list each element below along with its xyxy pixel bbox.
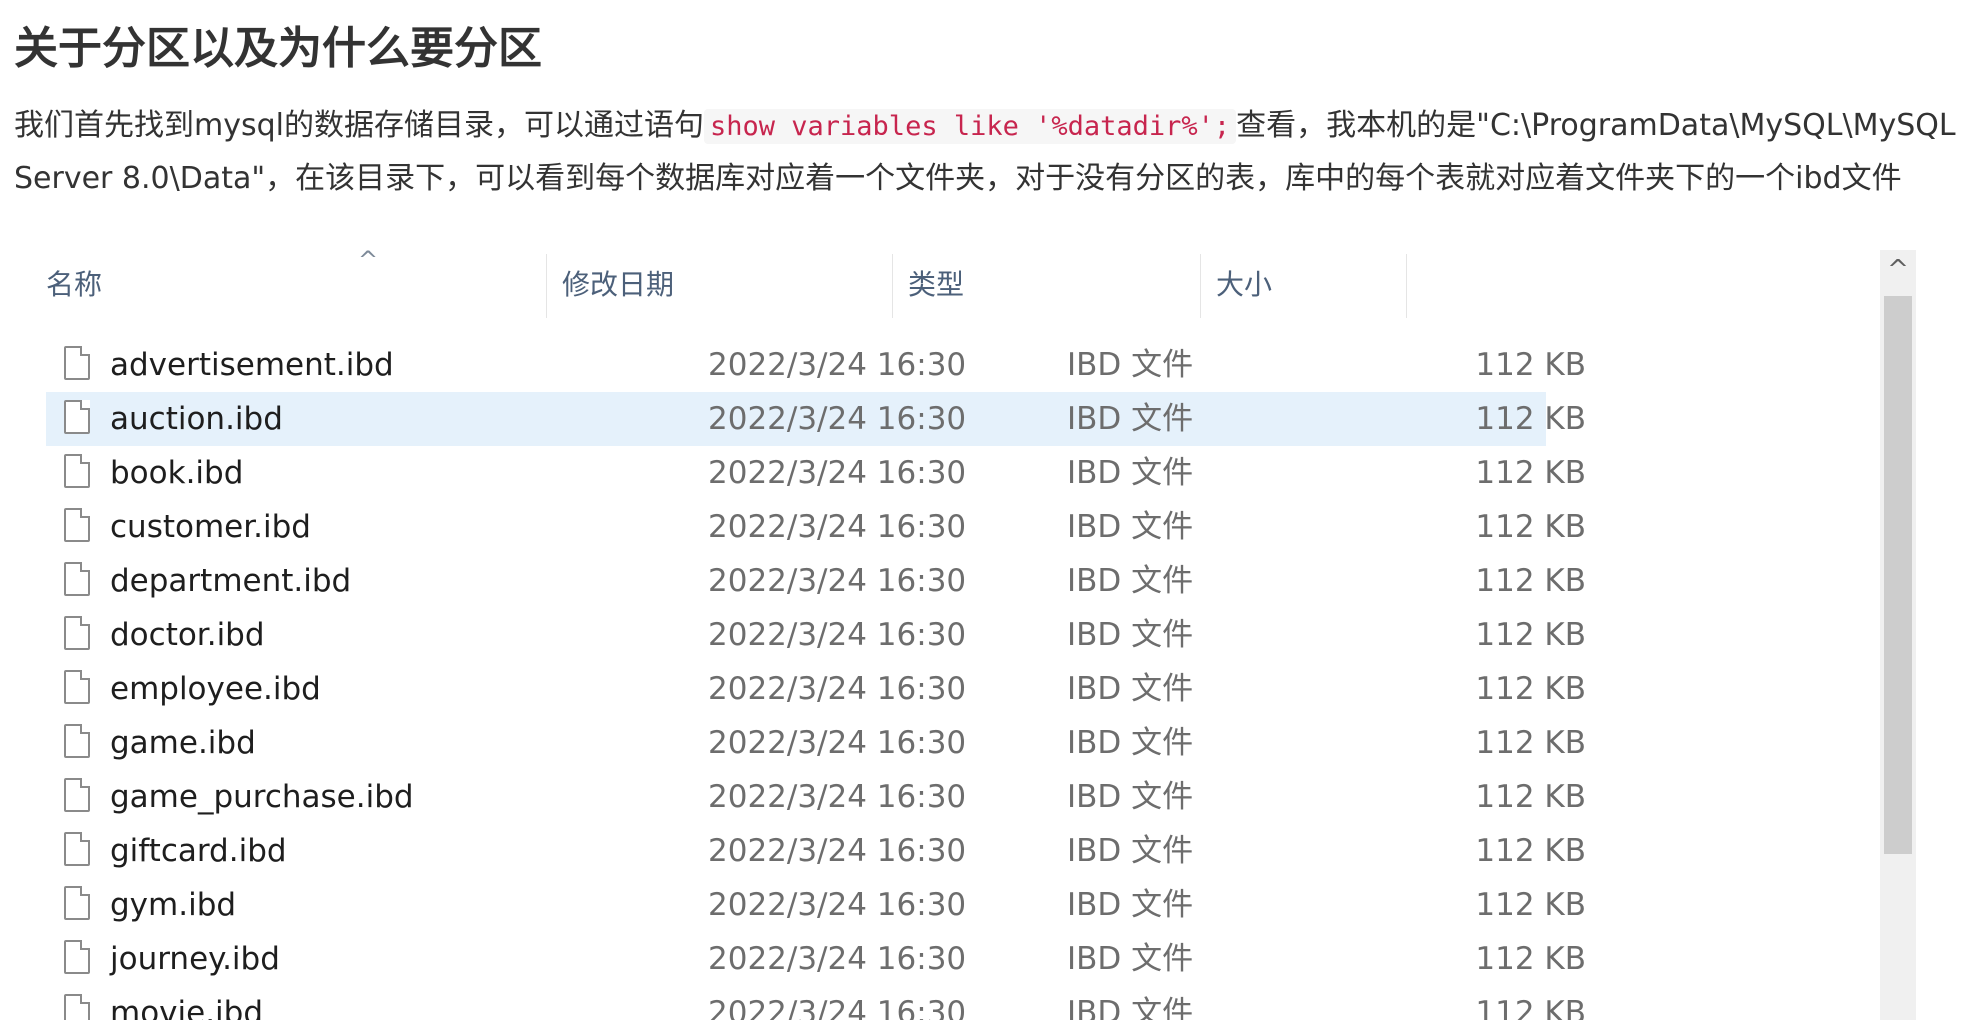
article-heading: 关于分区以及为什么要分区 — [14, 23, 542, 74]
file-size: 112 KB — [1475, 941, 1586, 977]
inline-code: show variables like '%datadir%'; — [704, 109, 1237, 144]
file-row[interactable]: movie.ibd 2022/3/24 16:30 IBD 文件 112 KB — [46, 986, 1586, 1020]
file-type: IBD 文件 — [1067, 617, 1194, 653]
file-type: IBD 文件 — [1067, 833, 1194, 869]
file-type: IBD 文件 — [1067, 671, 1194, 707]
file-row[interactable]: journey.ibd 2022/3/24 16:30 IBD 文件 112 KB — [46, 932, 1586, 986]
file-row[interactable]: doctor.ibd 2022/3/24 16:30 IBD 文件 112 KB — [46, 608, 1586, 662]
file-icon — [64, 346, 90, 380]
file-icon — [64, 832, 90, 866]
file-icon — [64, 994, 90, 1020]
file-size: 112 KB — [1475, 779, 1586, 815]
file-name: movie.ibd — [110, 995, 264, 1020]
file-name: auction.ibd — [110, 401, 283, 437]
file-icon — [64, 670, 90, 704]
file-modified-date: 2022/3/24 16:30 — [708, 401, 967, 437]
file-modified-date: 2022/3/24 16:30 — [708, 779, 967, 815]
column-header-type[interactable]: 类型 — [908, 250, 1200, 316]
file-type: IBD 文件 — [1067, 455, 1194, 491]
file-type: IBD 文件 — [1067, 401, 1194, 437]
file-row[interactable]: gym.ibd 2022/3/24 16:30 IBD 文件 112 KB — [46, 878, 1586, 932]
file-row[interactable]: book.ibd 2022/3/24 16:30 IBD 文件 112 KB — [46, 446, 1586, 500]
file-icon — [64, 778, 90, 812]
file-name: advertisement.ibd — [110, 347, 394, 383]
column-divider[interactable] — [1406, 254, 1407, 318]
article-paragraph: 我们首先找到mysql的数据存储目录，可以通过语句 show variables … — [14, 100, 1964, 205]
paragraph-text-before-code: 我们首先找到mysql的数据存储目录，可以通过语句 — [14, 108, 704, 143]
file-size: 112 KB — [1475, 833, 1586, 869]
file-icon — [64, 616, 90, 650]
column-header-modified[interactable]: 修改日期 — [562, 250, 892, 316]
file-type: IBD 文件 — [1067, 725, 1194, 761]
file-size: 112 KB — [1475, 347, 1586, 383]
column-header-type-label: 类型 — [908, 268, 965, 301]
file-row[interactable]: game_purchase.ibd 2022/3/24 16:30 IBD 文件 11… — [46, 770, 1586, 824]
column-divider[interactable] — [892, 254, 893, 318]
file-name: game.ibd — [110, 725, 256, 761]
file-modified-date: 2022/3/24 16:30 — [708, 563, 967, 599]
file-name: customer.ibd — [110, 509, 311, 545]
file-row[interactable]: customer.ibd 2022/3/24 16:30 IBD 文件 112 KB — [46, 500, 1586, 554]
file-size: 112 KB — [1475, 509, 1586, 545]
file-row[interactable]: giftcard.ibd 2022/3/24 16:30 IBD 文件 112 KB — [46, 824, 1586, 878]
file-name: employee.ibd — [110, 671, 321, 707]
file-modified-date: 2022/3/24 16:30 — [708, 995, 967, 1020]
file-modified-date: 2022/3/24 16:30 — [708, 671, 967, 707]
file-row[interactable]: auction.ibd 2022/3/24 16:30 IBD 文件 112 KB — [46, 392, 1586, 446]
file-icon — [64, 886, 90, 920]
file-name: journey.ibd — [110, 941, 280, 977]
scrollbar-thumb[interactable] — [1884, 296, 1912, 854]
file-size: 112 KB — [1475, 617, 1586, 653]
file-size: 112 KB — [1475, 995, 1586, 1020]
scroll-up-arrow-icon[interactable]: ^ — [1880, 250, 1916, 290]
file-modified-date: 2022/3/24 16:30 — [708, 725, 967, 761]
column-divider[interactable] — [546, 254, 547, 318]
column-header-size[interactable]: 大小 — [1216, 250, 1396, 316]
file-modified-date: 2022/3/24 16:30 — [708, 941, 967, 977]
file-size: 112 KB — [1475, 725, 1586, 761]
file-type: IBD 文件 — [1067, 887, 1194, 923]
file-modified-date: 2022/3/24 16:30 — [708, 455, 967, 491]
file-rows: advertisement.ibd 2022/3/24 16:30 IBD 文件 11… — [46, 338, 1586, 1020]
file-name: gym.ibd — [110, 887, 237, 923]
file-explorer-list: ^ 名称 修改日期 类型 大小 advertisement.ibd 2022/3/… — [46, 250, 1926, 1020]
file-modified-date: 2022/3/24 16:30 — [708, 833, 967, 869]
file-size: 112 KB — [1475, 671, 1586, 707]
file-icon — [64, 562, 90, 596]
column-header-name[interactable]: 名称 — [46, 250, 546, 316]
file-type: IBD 文件 — [1067, 509, 1194, 545]
file-size: 112 KB — [1475, 455, 1586, 491]
column-header-name-label: 名称 — [46, 268, 103, 301]
file-icon — [64, 940, 90, 974]
file-type: IBD 文件 — [1067, 347, 1194, 383]
column-divider[interactable] — [1200, 254, 1201, 318]
file-name: giftcard.ibd — [110, 833, 287, 869]
file-size: 112 KB — [1475, 401, 1586, 437]
column-header-size-label: 大小 — [1216, 268, 1273, 301]
file-icon — [64, 454, 90, 488]
file-modified-date: 2022/3/24 16:30 — [708, 509, 967, 545]
file-name: game_purchase.ibd — [110, 779, 414, 815]
file-row[interactable]: department.ibd 2022/3/24 16:30 IBD 文件 112 K… — [46, 554, 1586, 608]
file-icon — [64, 508, 90, 542]
file-row[interactable]: game.ibd 2022/3/24 16:30 IBD 文件 112 KB — [46, 716, 1586, 770]
file-modified-date: 2022/3/24 16:30 — [708, 617, 967, 653]
file-row[interactable]: advertisement.ibd 2022/3/24 16:30 IBD 文件 11… — [46, 338, 1586, 392]
file-icon — [64, 724, 90, 758]
file-name: doctor.ibd — [110, 617, 265, 653]
file-type: IBD 文件 — [1067, 995, 1194, 1020]
file-modified-date: 2022/3/24 16:30 — [708, 887, 967, 923]
file-size: 112 KB — [1475, 563, 1586, 599]
file-type: IBD 文件 — [1067, 779, 1194, 815]
file-name: book.ibd — [110, 455, 244, 491]
column-header-modified-label: 修改日期 — [562, 268, 675, 301]
file-row[interactable]: employee.ibd 2022/3/24 16:30 IBD 文件 112 KB — [46, 662, 1586, 716]
file-name: department.ibd — [110, 563, 352, 599]
vertical-scrollbar[interactable]: ^ — [1880, 250, 1916, 1020]
file-type: IBD 文件 — [1067, 563, 1194, 599]
file-type: IBD 文件 — [1067, 941, 1194, 977]
file-size: 112 KB — [1475, 887, 1586, 923]
file-icon — [64, 400, 90, 434]
file-modified-date: 2022/3/24 16:30 — [708, 347, 967, 383]
